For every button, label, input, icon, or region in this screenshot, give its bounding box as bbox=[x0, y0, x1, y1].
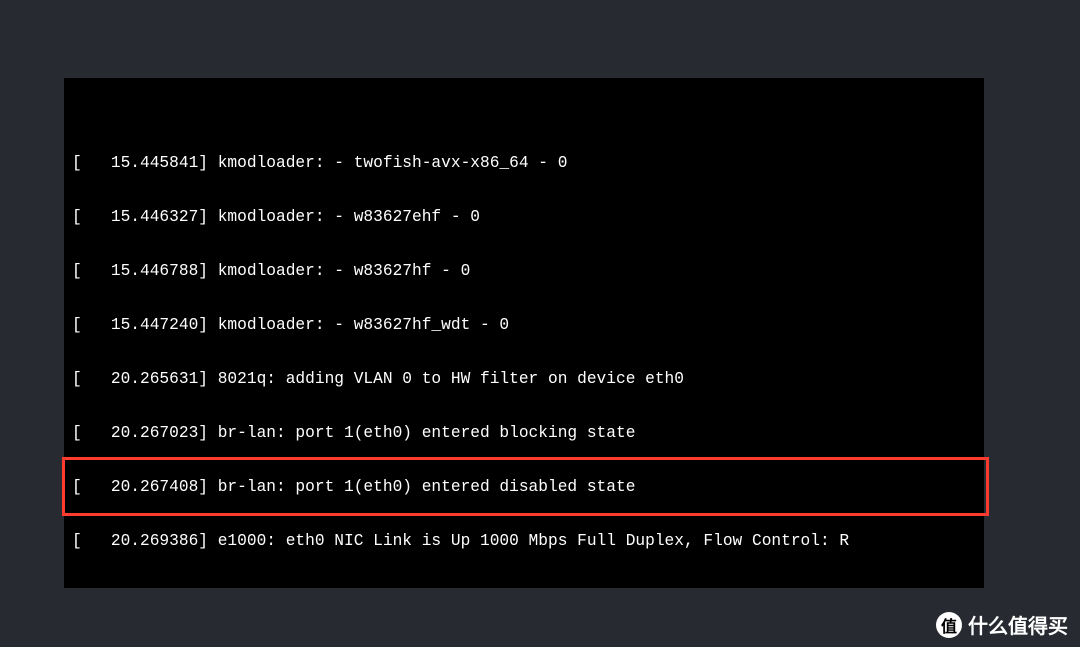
kernel-log-line: [ 15.445841] kmodloader: - twofish-avx-x… bbox=[72, 154, 976, 172]
kernel-log-line: [ 15.446788] kmodloader: - w83627hf - 0 bbox=[72, 262, 976, 280]
kernel-log-line: [ 20.269386] e1000: eth0 NIC Link is Up … bbox=[72, 532, 976, 550]
kernel-log-line: [ 20.265631] 8021q: adding VLAN 0 to HW … bbox=[72, 370, 976, 388]
kernel-log-line: [ 20.267408] br-lan: port 1(eth0) entere… bbox=[72, 478, 976, 496]
kernel-log-line: [ 15.447240] kmodloader: - w83627hf_wdt … bbox=[72, 316, 976, 334]
watermark-badge-icon: 值 bbox=[936, 612, 962, 638]
kernel-log-line: [ 20.267023] br-lan: port 1(eth0) entere… bbox=[72, 424, 976, 442]
kernel-log-line: [ 15.446327] kmodloader: - w83627ehf - 0 bbox=[72, 208, 976, 226]
terminal-window[interactable]: [ 15.445841] kmodloader: - twofish-avx-x… bbox=[64, 78, 984, 588]
watermark-text: 什么值得买 bbox=[968, 610, 1068, 639]
watermark: 值 什么值得买 bbox=[936, 610, 1068, 639]
kernel-log-line: X bbox=[72, 586, 976, 588]
